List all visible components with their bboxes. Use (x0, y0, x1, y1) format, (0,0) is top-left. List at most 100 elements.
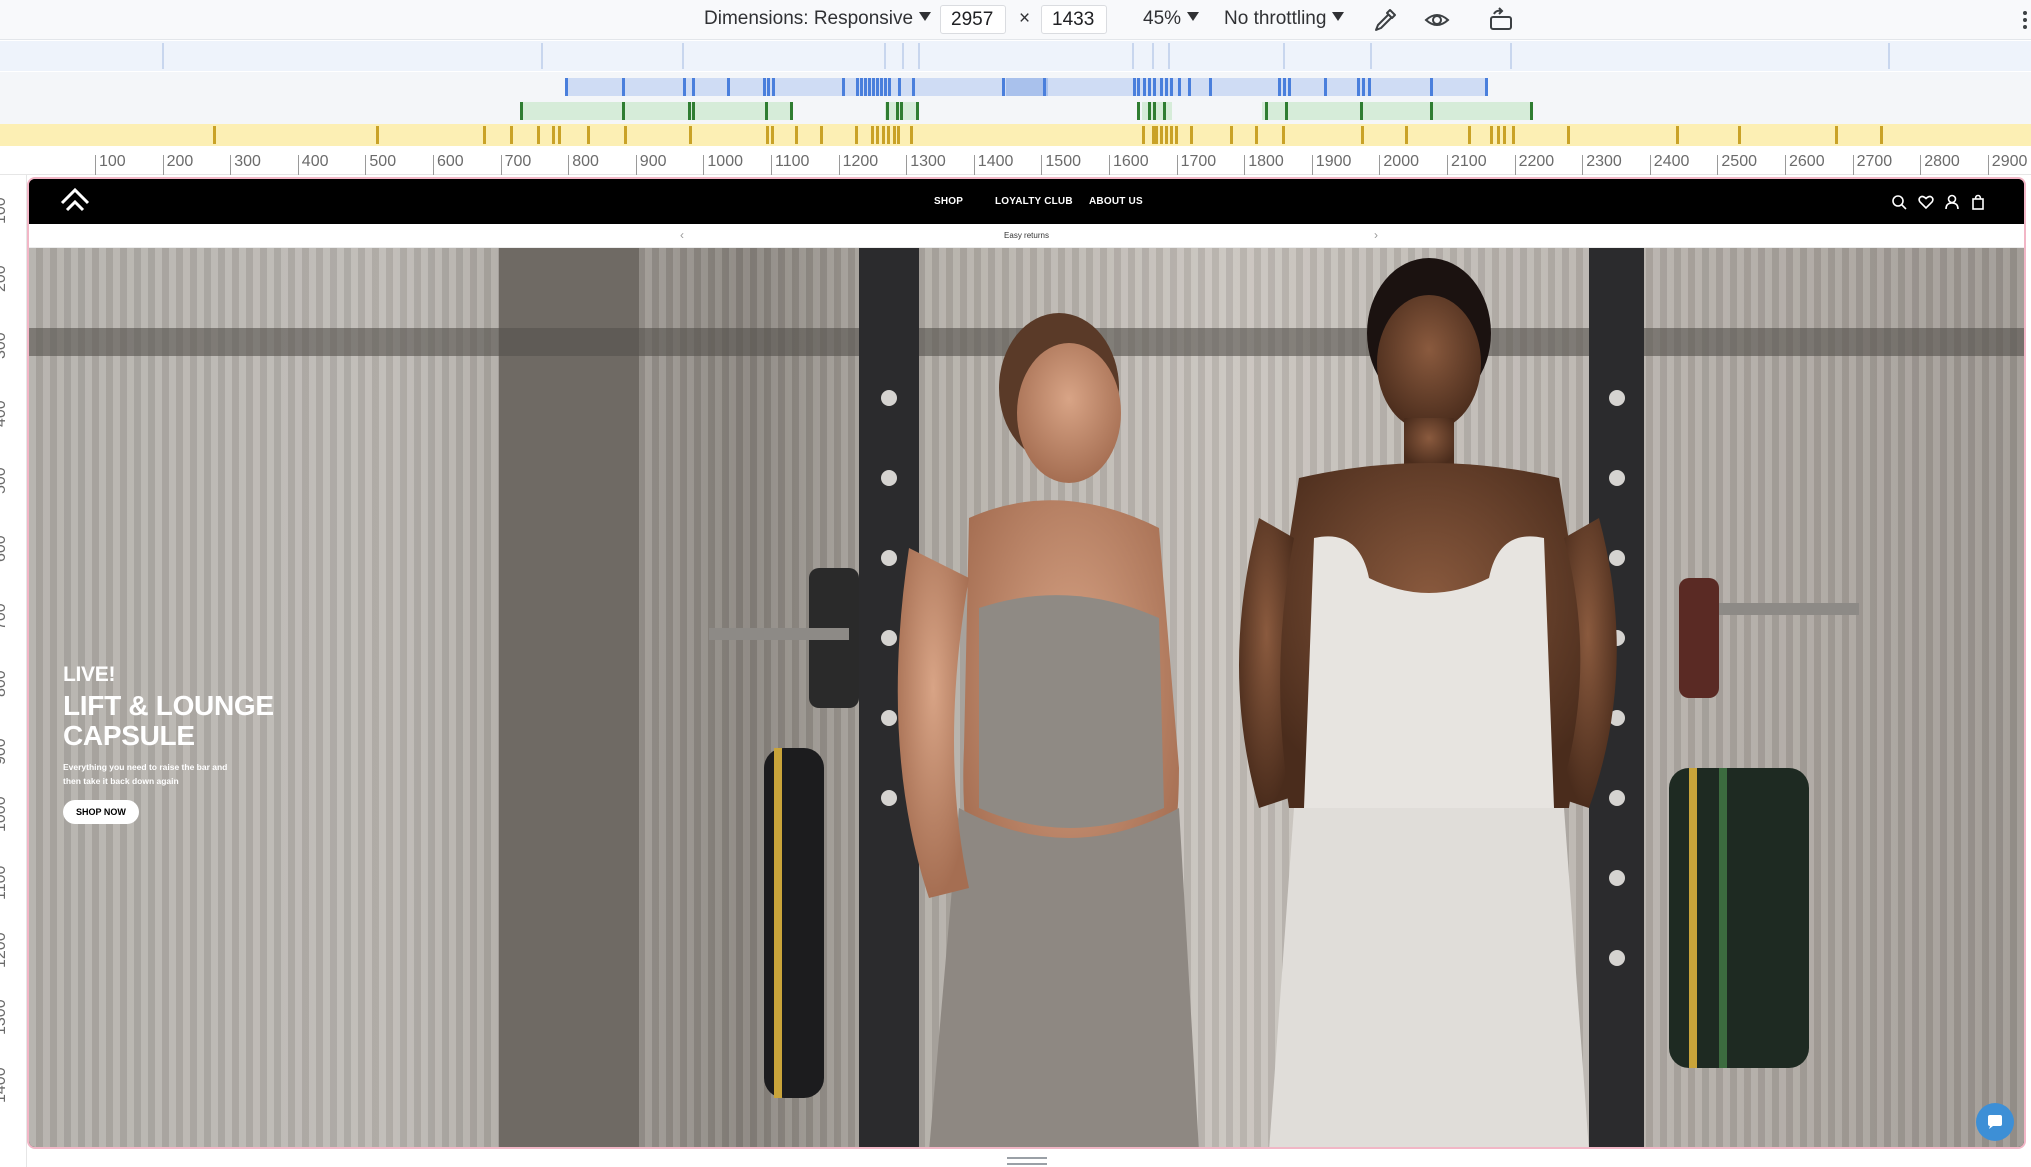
resize-handle[interactable] (1007, 1157, 1047, 1165)
heart-icon[interactable] (1917, 193, 1935, 211)
min-width-marker[interactable] (1430, 102, 1433, 120)
max-width-marker[interactable] (1368, 78, 1371, 96)
max-width-marker[interactable] (1043, 78, 1046, 96)
min-width-range[interactable] (520, 102, 790, 120)
max-width-marker[interactable] (1362, 78, 1365, 96)
chat-bubble-icon[interactable] (1976, 1103, 2014, 1141)
width-input[interactable]: 2957 (940, 5, 1006, 34)
range-marker[interactable] (893, 126, 896, 144)
range-marker[interactable] (766, 126, 769, 144)
min-width-marker[interactable] (1163, 102, 1166, 120)
max-width-marker[interactable] (1209, 78, 1212, 96)
range-marker[interactable] (376, 126, 379, 144)
range-marker[interactable] (1175, 126, 1178, 144)
range-marker[interactable] (1676, 126, 1679, 144)
min-width-marker[interactable] (916, 102, 919, 120)
range-marker[interactable] (1190, 126, 1193, 144)
max-width-marker[interactable] (1137, 78, 1140, 96)
range-marker[interactable] (882, 126, 885, 144)
min-width-marker[interactable] (1265, 102, 1268, 120)
range-marker[interactable] (876, 126, 879, 144)
range-marker[interactable] (795, 126, 798, 144)
max-width-marker[interactable] (1485, 78, 1488, 96)
range-marker[interactable] (1405, 126, 1408, 144)
range-marker[interactable] (1160, 126, 1163, 144)
max-width-marker[interactable] (1133, 78, 1136, 96)
range-marker[interactable] (910, 126, 913, 144)
range-marker[interactable] (1282, 126, 1285, 144)
min-width-marker[interactable] (790, 102, 793, 120)
range-marker[interactable] (1512, 126, 1515, 144)
range-marker[interactable] (855, 126, 858, 144)
range-marker[interactable] (587, 126, 590, 144)
range-marker[interactable] (1230, 126, 1233, 144)
range-marker[interactable] (1880, 126, 1883, 144)
range-marker[interactable] (558, 126, 561, 144)
eyedropper-icon[interactable] (1370, 5, 1400, 35)
min-width-marker[interactable] (520, 102, 523, 120)
max-width-marker[interactable] (856, 78, 859, 96)
range-marker[interactable] (483, 126, 486, 144)
shop-now-button[interactable]: SHOP NOW (63, 800, 139, 824)
max-width-marker[interactable] (864, 78, 867, 96)
range-marker[interactable] (510, 126, 513, 144)
range-marker[interactable] (771, 126, 774, 144)
zoom-dropdown[interactable]: 45% (1143, 0, 1200, 40)
min-width-marker[interactable] (1530, 102, 1533, 120)
max-width-marker[interactable] (1170, 78, 1173, 96)
range-marker[interactable] (1165, 126, 1168, 144)
more-vertical-icon[interactable] (2010, 5, 2027, 35)
max-width-marker[interactable] (1430, 78, 1433, 96)
max-width-marker[interactable] (1178, 78, 1181, 96)
range-marker[interactable] (887, 126, 890, 144)
range-marker[interactable] (1170, 126, 1173, 144)
min-width-marker[interactable] (765, 102, 768, 120)
min-width-marker[interactable] (886, 102, 889, 120)
min-width-range[interactable] (1262, 102, 1532, 120)
max-width-marker[interactable] (1153, 78, 1156, 96)
min-width-marker[interactable] (1148, 102, 1151, 120)
account-icon[interactable] (1943, 193, 1961, 211)
max-width-marker[interactable] (727, 78, 730, 96)
max-width-marker[interactable] (898, 78, 901, 96)
range-marker[interactable] (213, 126, 216, 144)
max-width-marker[interactable] (1165, 78, 1168, 96)
min-width-marker[interactable] (1285, 102, 1288, 120)
max-width-marker[interactable] (1324, 78, 1327, 96)
max-width-marker[interactable] (1283, 78, 1286, 96)
max-width-marker[interactable] (868, 78, 871, 96)
nav-about-us[interactable]: ABOUT US (1089, 179, 1143, 224)
max-width-range[interactable] (1006, 78, 1048, 96)
range-marker[interactable] (897, 126, 900, 144)
range-marker[interactable] (1490, 126, 1493, 144)
min-width-marker[interactable] (1137, 102, 1140, 120)
nav-shop[interactable]: SHOP (934, 179, 963, 224)
max-width-marker[interactable] (1288, 78, 1291, 96)
min-width-marker[interactable] (1360, 102, 1363, 120)
min-width-marker[interactable] (692, 102, 695, 120)
range-marker[interactable] (1503, 126, 1506, 144)
nav-loyalty-club[interactable]: LOYALTY CLUB (995, 179, 1073, 224)
eye-icon[interactable] (1422, 5, 1452, 35)
bag-icon[interactable] (1969, 193, 1987, 211)
max-width-marker[interactable] (1160, 78, 1163, 96)
range-marker[interactable] (1142, 126, 1145, 144)
max-width-marker[interactable] (912, 78, 915, 96)
max-width-marker[interactable] (842, 78, 845, 96)
height-input[interactable]: 1433 (1041, 5, 1107, 34)
search-icon[interactable] (1890, 193, 1908, 211)
max-width-marker[interactable] (872, 78, 875, 96)
max-width-marker[interactable] (1278, 78, 1281, 96)
range-marker[interactable] (1497, 126, 1500, 144)
max-width-marker[interactable] (622, 78, 625, 96)
range-marker[interactable] (624, 126, 627, 144)
max-width-marker[interactable] (888, 78, 891, 96)
max-width-marker[interactable] (1143, 78, 1146, 96)
max-width-marker[interactable] (880, 78, 883, 96)
min-width-marker[interactable] (1153, 102, 1156, 120)
max-width-marker[interactable] (876, 78, 879, 96)
range-marker[interactable] (537, 126, 540, 144)
min-width-marker[interactable] (622, 102, 625, 120)
announcement-next-button[interactable]: › (1369, 224, 1383, 248)
min-width-marker[interactable] (896, 102, 899, 120)
